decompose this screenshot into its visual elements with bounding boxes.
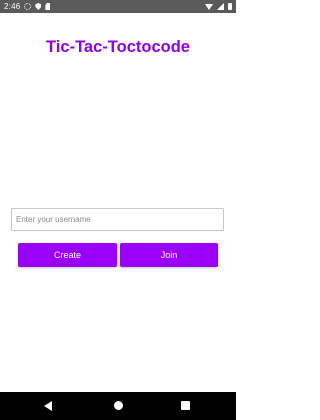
recents-icon[interactable]	[181, 401, 190, 410]
back-icon[interactable]	[44, 401, 52, 411]
app-title: Tic-Tac-Toctocode	[46, 38, 190, 56]
sd-card-icon	[45, 3, 51, 10]
status-bar-right	[205, 3, 232, 10]
shield-icon	[35, 3, 42, 10]
battery-icon	[228, 3, 232, 10]
signal-icon	[217, 3, 224, 10]
status-time: 2:46	[4, 2, 21, 11]
gear-icon	[24, 3, 32, 10]
status-bar-left: 2:46	[4, 2, 51, 11]
home-icon[interactable]	[114, 401, 123, 410]
status-bar: 2:46	[0, 0, 236, 13]
join-button[interactable]: Join	[120, 243, 218, 267]
create-button[interactable]: Create	[18, 243, 117, 267]
navigation-bar	[0, 392, 236, 420]
app-screen: 2:46 Tic-Tac-Toctocode Create Join	[0, 0, 236, 420]
wifi-icon	[205, 3, 213, 10]
username-input[interactable]	[11, 208, 224, 231]
